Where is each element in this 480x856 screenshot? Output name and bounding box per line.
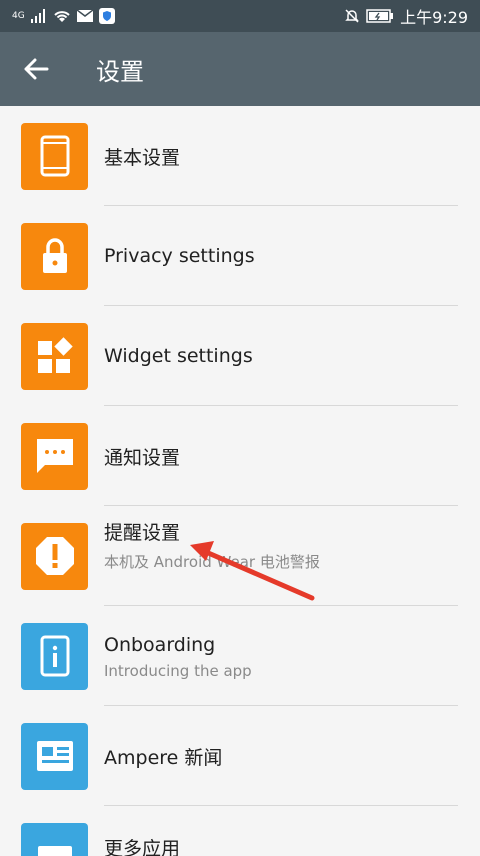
list-item-title: Privacy settings xyxy=(104,245,458,267)
widgets-icon xyxy=(21,323,88,390)
mail-icon xyxy=(77,10,93,22)
list-item-privacy-settings[interactable]: Privacy settings xyxy=(0,206,480,306)
list-item-notification-settings[interactable]: 通知设置 xyxy=(0,406,480,506)
list-item-text: Ampere 新闻 xyxy=(104,743,458,770)
list-item-reminder-settings[interactable]: 提醒设置 本机及 Android Wear 电池警报 xyxy=(0,506,480,606)
phone-icon xyxy=(21,123,88,190)
status-right: 上午9:29 xyxy=(344,4,468,28)
battery-charging-icon xyxy=(366,9,394,23)
list-item-subtitle: 本机及 Android Wear 电池警报 xyxy=(104,551,458,572)
list-item-text: Privacy settings xyxy=(104,245,458,267)
list-item-widget-settings[interactable]: Widget settings xyxy=(0,306,480,406)
shield-app-icon xyxy=(99,8,115,24)
wifi-icon xyxy=(53,9,71,23)
list-item-title: 通知设置 xyxy=(104,443,458,470)
list-item-title: Ampere 新闻 xyxy=(104,743,458,770)
list-item-onboarding[interactable]: Onboarding Introducing the app xyxy=(0,606,480,706)
list-item-text: Onboarding Introducing the app xyxy=(104,634,458,680)
arrow-left-icon xyxy=(23,58,49,80)
message-icon xyxy=(21,423,88,490)
page-title: 设置 xyxy=(96,52,144,87)
news-icon xyxy=(21,723,88,790)
list-item-title: 提醒设置 xyxy=(104,518,458,545)
info-phone-icon xyxy=(21,623,88,690)
apps-icon xyxy=(21,823,88,856)
list-item-text: 基本设置 xyxy=(104,143,458,170)
list-item-text: 提醒设置 本机及 Android Wear 电池警报 xyxy=(104,518,458,572)
list-item-title: 基本设置 xyxy=(104,143,458,170)
settings-list: 基本设置 Privacy settings Widget settings 通知… xyxy=(0,106,480,856)
back-button[interactable] xyxy=(0,32,72,106)
status-bar: 4G 上午9:29 xyxy=(0,0,480,32)
status-left: 4G xyxy=(12,8,115,24)
lock-icon xyxy=(21,223,88,290)
clock: 上午9:29 xyxy=(400,4,468,28)
list-item-subtitle: Introducing the app xyxy=(104,662,458,680)
signal-icon xyxy=(31,9,47,23)
alert-icon xyxy=(21,523,88,590)
list-item-basic-settings[interactable]: 基本设置 xyxy=(0,106,480,206)
mute-bell-icon xyxy=(344,8,360,24)
list-item-title: Widget settings xyxy=(104,345,458,367)
list-item-text: 通知设置 xyxy=(104,443,458,470)
app-bar: 设置 xyxy=(0,32,480,106)
list-item-more-apps[interactable]: 更多应用 xyxy=(0,806,480,856)
list-item-ampere-news[interactable]: Ampere 新闻 xyxy=(0,706,480,806)
list-item-text: Widget settings xyxy=(104,345,458,367)
network-type: 4G xyxy=(12,11,25,21)
list-item-title: Onboarding xyxy=(104,634,458,656)
